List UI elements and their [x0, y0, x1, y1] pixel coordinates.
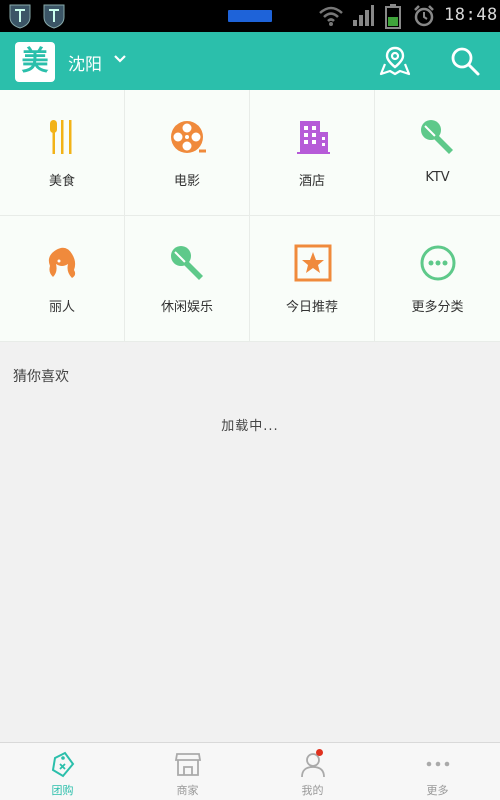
category-food[interactable]: 美食	[0, 90, 125, 216]
signal-icon	[353, 5, 374, 26]
bottom-nav: 团购 商家 我的 更多	[0, 742, 500, 800]
fork-knife-icon	[50, 120, 72, 154]
woman-icon	[48, 247, 76, 278]
tag-icon	[51, 751, 74, 778]
store-icon	[174, 753, 201, 776]
star-box-icon	[294, 244, 332, 282]
category-label: 丽人	[48, 300, 75, 315]
city-selector[interactable]: 沈阳	[68, 50, 102, 75]
search-icon[interactable]	[449, 45, 481, 77]
nav-item-group-buy[interactable]: 团购	[0, 743, 125, 800]
app-logo: 美	[15, 42, 55, 82]
nav-label: 更多	[426, 784, 449, 797]
film-reel-icon	[171, 121, 206, 153]
loading-text: 加载中...	[221, 419, 279, 434]
battery-icon	[385, 4, 401, 29]
nav-label: 商家	[176, 784, 199, 797]
category-label: 休闲娱乐	[160, 300, 213, 315]
category-beauty[interactable]: 丽人	[0, 216, 125, 342]
notification-icon	[9, 4, 31, 29]
more-dots-icon	[420, 245, 456, 281]
status-indicator	[228, 10, 272, 22]
status-time: 18:48	[444, 5, 498, 25]
hotel-building-icon	[297, 121, 330, 154]
category-label: 今日推荐	[285, 300, 338, 315]
category-label: 更多分类	[411, 300, 464, 315]
microphone-icon	[421, 120, 453, 154]
wifi-icon	[319, 6, 343, 26]
notification-badge	[316, 749, 323, 756]
recommend-title: 猜你喜欢	[13, 369, 69, 385]
nav-label: 团购	[51, 784, 74, 797]
microphone-icon	[171, 246, 203, 280]
notification-icon	[43, 4, 65, 29]
category-hotel[interactable]: 酒店	[250, 90, 375, 216]
map-pin-icon[interactable]	[379, 45, 411, 77]
nav-item-mine[interactable]: 我的	[250, 743, 375, 800]
category-more[interactable]: 更多分类	[375, 216, 500, 342]
app-header: 美 沈阳	[0, 32, 500, 90]
category-movie[interactable]: 电影	[125, 90, 250, 216]
category-label: 美食	[48, 174, 75, 189]
category-recommended[interactable]: 今日推荐	[250, 216, 375, 342]
nav-item-merchants[interactable]: 商家	[125, 743, 250, 800]
more-dots-icon	[426, 761, 449, 767]
category-label: 酒店	[298, 174, 325, 189]
chevron-down-icon[interactable]	[113, 54, 127, 64]
category-label: KTV	[425, 170, 450, 185]
category-grid: 美食 电影 酒店 KTV 丽人 休闲娱乐 今日推荐 更多分类	[0, 90, 500, 342]
nav-label: 我的	[301, 784, 324, 797]
category-label: 电影	[173, 174, 200, 189]
category-ktv[interactable]: KTV	[375, 90, 500, 216]
status-bar: 18:48	[0, 0, 500, 32]
nav-item-more[interactable]: 更多	[375, 743, 500, 800]
category-leisure[interactable]: 休闲娱乐	[125, 216, 250, 342]
alarm-icon	[414, 5, 434, 27]
